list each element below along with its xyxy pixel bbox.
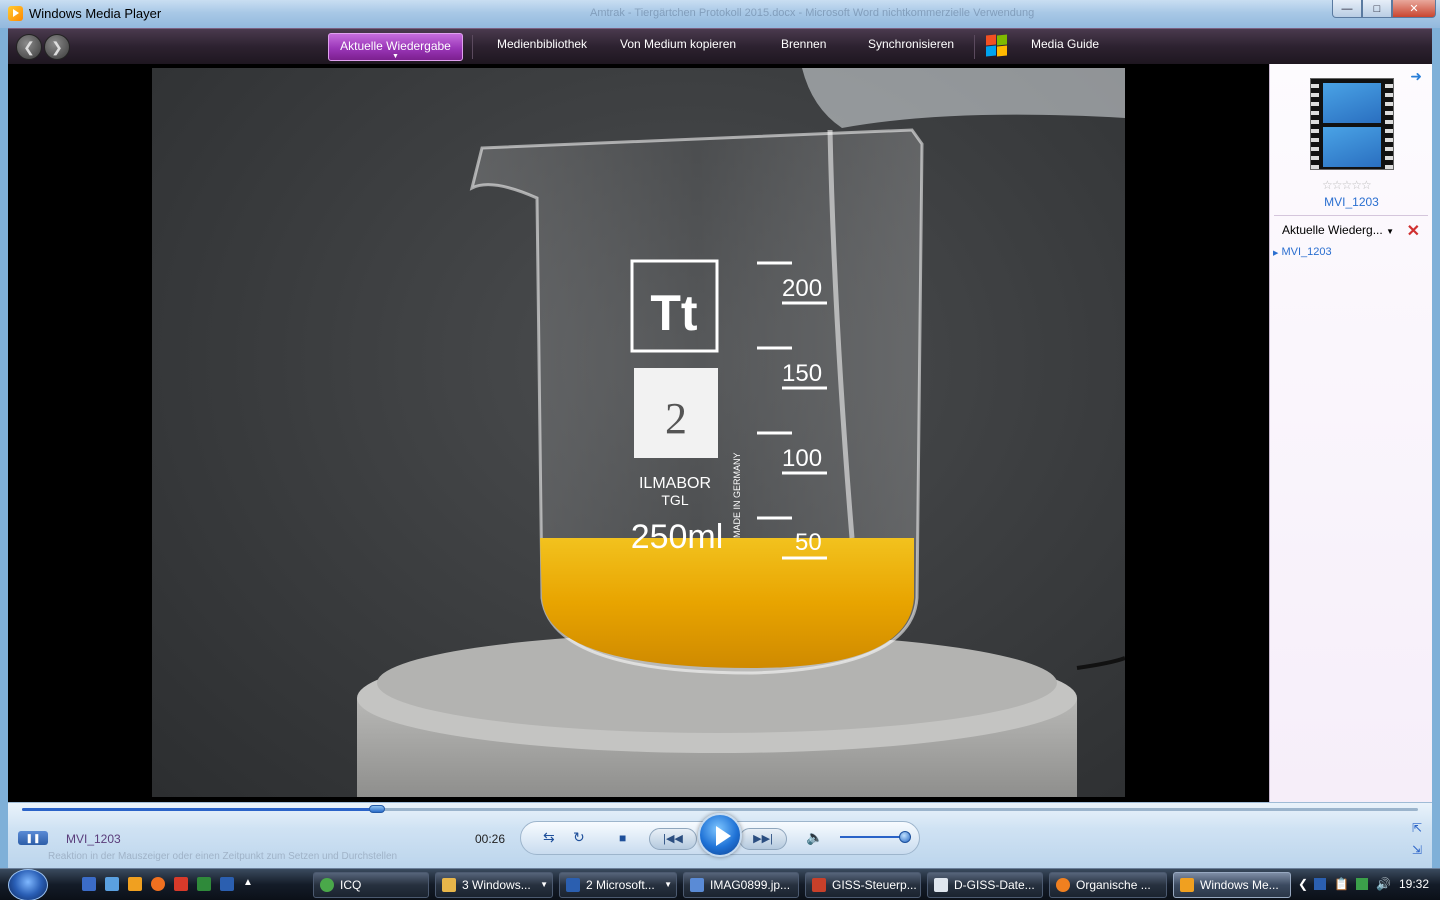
taskbar-item[interactable]: D-GISS-Date... xyxy=(927,872,1043,898)
beaker-volume: 250ml xyxy=(631,518,724,556)
seek-bar[interactable] xyxy=(22,805,1418,813)
word-icon xyxy=(566,878,580,892)
chevron-down-icon: ▼ xyxy=(540,880,548,889)
image-icon xyxy=(690,878,704,892)
beaker-label-number: 2 xyxy=(665,394,687,443)
play-indicator-icon: ▶ xyxy=(1273,250,1279,257)
taskbar-item[interactable]: IMAG0899.jp... xyxy=(683,872,799,898)
pause-indicator-button[interactable]: ❚❚ xyxy=(18,831,48,845)
chevron-down-icon[interactable]: ▼ xyxy=(329,53,462,60)
playlist-dropdown[interactable]: Aktuelle Wiederg... ▼ xyxy=(1282,223,1394,237)
volume-icon[interactable]: 🔈 xyxy=(806,829,823,846)
tab-library[interactable]: Medienbibliothek xyxy=(497,37,587,51)
chevron-up-icon[interactable]: ▲ xyxy=(243,877,257,891)
word-tray-icon[interactable] xyxy=(1314,878,1326,890)
graduation-200: 200 xyxy=(782,275,822,302)
video-frame[interactable]: Tt 2 ILMABOR TGL 250ml MADE IN GERMANY 2… xyxy=(152,68,1125,797)
play-button[interactable] xyxy=(698,813,742,857)
beaker-brand: ILMABOR xyxy=(639,475,711,492)
taskbar-item[interactable]: 2 Microsoft... ▼ xyxy=(559,872,677,898)
navigation-bar: ❮ ❯ Aktuelle Wiedergabe ▼ Medienbiblioth… xyxy=(8,28,1432,64)
window-title: Windows Media Player xyxy=(29,6,162,21)
show-desktop-icon[interactable] xyxy=(82,877,96,891)
switch-windows-icon[interactable] xyxy=(105,877,119,891)
taskbar-item[interactable]: GISS-Steuerp... xyxy=(805,872,921,898)
fullscreen-icon[interactable]: ⇲ xyxy=(1412,843,1422,857)
folder-icon xyxy=(442,878,456,892)
windows-logo-icon xyxy=(986,34,1008,57)
chevron-left-icon[interactable]: ❮ xyxy=(1298,877,1308,891)
back-button[interactable]: ❮ xyxy=(16,34,42,60)
seek-knob[interactable] xyxy=(368,805,385,813)
minimize-button[interactable]: — xyxy=(1332,0,1362,18)
tab-media-guide[interactable]: Media Guide xyxy=(1031,37,1099,51)
rating-stars[interactable]: ☆☆☆☆☆ xyxy=(1322,178,1372,192)
forward-button[interactable]: ❯ xyxy=(44,34,70,60)
svg-text:Tt: Tt xyxy=(650,285,698,341)
beaker-made-in: MADE IN GERMANY xyxy=(732,452,742,538)
start-button[interactable] xyxy=(8,869,48,900)
word-icon[interactable] xyxy=(220,877,234,891)
album-art-thumbnail[interactable] xyxy=(1310,78,1394,170)
clear-playlist-icon[interactable]: ✕ xyxy=(1407,221,1420,241)
speaker-icon[interactable]: 🔊 xyxy=(1376,877,1391,891)
app-quick-icon[interactable] xyxy=(174,877,188,891)
firefox-icon[interactable] xyxy=(151,877,165,891)
graduation-100: 100 xyxy=(782,445,822,472)
excel-icon[interactable] xyxy=(197,877,211,891)
graduation-50: 50 xyxy=(795,529,822,556)
chevron-down-icon: ▼ xyxy=(664,880,672,889)
arrow-right-icon[interactable]: ➜ xyxy=(1410,68,1422,85)
clipboard-icon[interactable]: 📋 xyxy=(1334,877,1349,891)
switch-to-skin-icon[interactable]: ⇱ xyxy=(1412,821,1422,835)
tab-sync[interactable]: Synchronisieren xyxy=(868,37,954,51)
maximize-button[interactable]: □ xyxy=(1362,0,1392,18)
beaker-tgl: TGL xyxy=(661,492,688,508)
graduation-150: 150 xyxy=(782,360,822,387)
icq-icon xyxy=(320,878,334,892)
tab-now-playing[interactable]: Aktuelle Wiedergabe ▼ xyxy=(328,33,463,61)
taskbar-item[interactable]: Windows Me... xyxy=(1173,872,1291,898)
next-button[interactable]: ▶▶| xyxy=(739,828,787,850)
taskbar: ▲ ICQ 3 Windows... ▼ 2 Microsoft... ▼ IM… xyxy=(0,868,1440,900)
chevron-down-icon: ▼ xyxy=(1386,227,1394,236)
system-tray: ❮ 📋 🔊 19:32 xyxy=(1296,872,1440,898)
back-arrow-icon: ❮ xyxy=(23,38,35,55)
shuffle-icon[interactable]: ⇆ xyxy=(543,829,555,846)
background-text: Reaktion in der Mauszeiger oder einen Ze… xyxy=(48,851,398,862)
document-icon xyxy=(934,878,948,892)
status-title: MVI_1203 xyxy=(66,832,121,846)
network-icon[interactable] xyxy=(1356,878,1368,890)
tab-rip[interactable]: Von Medium kopieren xyxy=(620,37,736,51)
media-player-icon xyxy=(1180,878,1194,892)
elapsed-time: 00:26 xyxy=(475,832,506,846)
repeat-icon[interactable]: ↻ xyxy=(573,829,585,846)
volume-slider[interactable] xyxy=(840,836,906,838)
giss-icon xyxy=(812,878,826,892)
taskbar-item[interactable]: ICQ xyxy=(313,872,429,898)
tab-burn[interactable]: Brennen xyxy=(781,37,826,51)
list-pane: ➜ ☆☆☆☆☆ MVI_1203 Aktuelle Wiederg... ▼ ✕… xyxy=(1269,64,1432,802)
taskbar-item[interactable]: 3 Windows... ▼ xyxy=(435,872,553,898)
playlist-item[interactable]: ▶ MVI_1203 xyxy=(1273,246,1332,258)
title-bar: Windows Media Player Amtrak - Tiergärtch… xyxy=(0,0,1440,28)
control-bar: ❚❚ MVI_1203 00:26 Reaktion in der Mausze… xyxy=(8,802,1432,868)
video-area[interactable]: Tt 2 ILMABOR TGL 250ml MADE IN GERMANY 2… xyxy=(8,64,1269,802)
media-title[interactable]: MVI_1203 xyxy=(1270,195,1433,209)
forward-arrow-icon: ❯ xyxy=(51,38,63,55)
taskbar-item[interactable]: Organische ... xyxy=(1049,872,1167,898)
media-player-icon xyxy=(8,6,23,21)
firefox-icon xyxy=(1056,878,1070,892)
background-window-title: Amtrak - Tiergärtchen Protokoll 2015.doc… xyxy=(590,7,1035,19)
previous-button[interactable]: |◀◀ xyxy=(649,828,697,850)
stop-icon[interactable]: ■ xyxy=(619,831,626,845)
media-player-quick-icon[interactable] xyxy=(128,877,142,891)
clock[interactable]: 19:32 xyxy=(1399,877,1429,891)
close-button[interactable]: ✕ xyxy=(1392,0,1436,18)
video-content: Tt 2 ILMABOR TGL 250ml MADE IN GERMANY 2… xyxy=(357,68,1125,797)
